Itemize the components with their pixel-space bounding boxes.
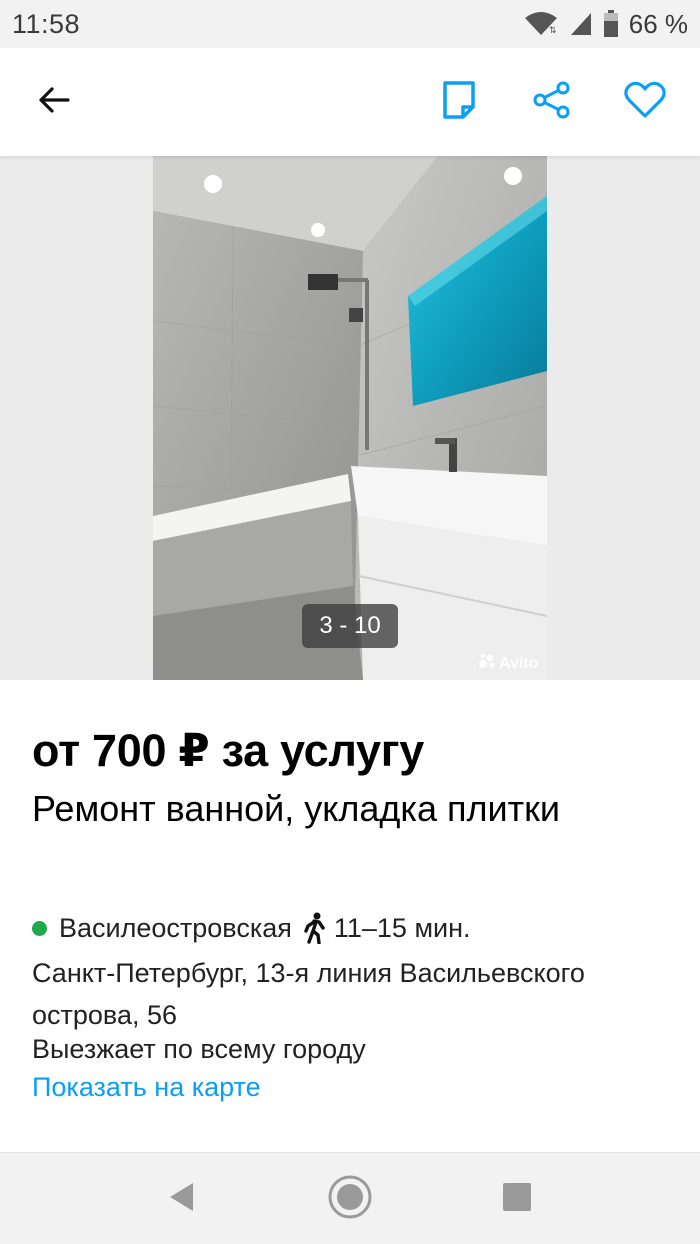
status-icons: ⇅ 66 % — [523, 9, 688, 40]
metro-station: Василеостровская — [59, 912, 292, 943]
photo-counter: 3 - 10 — [302, 604, 398, 648]
share-button[interactable] — [524, 74, 580, 130]
travel-note: Выезжает по всему городу — [32, 1034, 366, 1064]
photo-gallery[interactable]: 3 - 10 Avito — [0, 156, 700, 680]
listing-photo[interactable] — [153, 156, 547, 680]
listing-address: Санкт-Петербург, 13-я линия Васильевског… — [32, 958, 585, 1030]
nav-back-button[interactable] — [158, 1175, 206, 1223]
note-icon — [442, 80, 476, 125]
note-button[interactable] — [431, 74, 487, 130]
listing-title: Ремонт ванной, укладка плитки — [32, 788, 560, 829]
share-icon — [532, 80, 572, 125]
back-button[interactable] — [26, 74, 82, 130]
avito-watermark: Avito — [478, 653, 538, 674]
watermark-text: Avito — [499, 654, 539, 672]
favorite-button[interactable] — [617, 74, 673, 130]
nav-recent-button[interactable] — [493, 1175, 541, 1223]
system-nav-bar — [0, 1152, 700, 1244]
back-arrow-icon — [36, 82, 72, 123]
nav-home-button[interactable] — [326, 1175, 374, 1223]
battery-icon — [603, 10, 619, 38]
signal-icon — [569, 11, 593, 37]
wifi-icon: ⇅ — [523, 11, 559, 37]
nav-home-icon — [327, 1174, 373, 1225]
metro-info: Василеостровская 11–15 мин. — [32, 912, 471, 944]
walk-time: 11–15 мин. — [333, 912, 471, 943]
battery-percent: 66 % — [628, 8, 688, 39]
listing-details: от 700 ₽ за услугу Ремонт ванной, укладк… — [0, 680, 700, 1152]
nav-back-icon — [167, 1181, 197, 1218]
svg-text:⇅: ⇅ — [549, 26, 557, 36]
avito-logo-icon — [478, 653, 496, 674]
status-time: 11:58 — [12, 8, 81, 39]
walking-icon — [302, 912, 328, 944]
heart-icon — [624, 81, 666, 124]
metro-dot-icon — [32, 920, 47, 936]
show-on-map-link[interactable]: Показать на карте — [32, 1072, 261, 1103]
listing-price: от 700 ₽ за услугу — [32, 725, 424, 776]
app-header — [0, 48, 700, 156]
nav-recent-icon — [502, 1182, 532, 1217]
status-bar: 11:58 ⇅ 66 % — [0, 0, 700, 48]
